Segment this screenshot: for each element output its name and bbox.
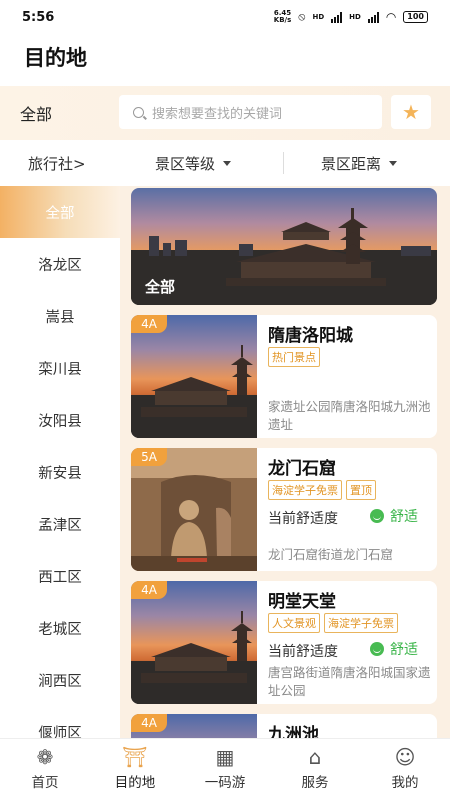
attraction-address: 家遗址公园隋唐洛阳城九洲池遗址: [268, 399, 431, 432]
sidebar-item-yanshi[interactable]: 偃师区: [0, 706, 120, 739]
hero-label: 全部: [145, 278, 176, 296]
attraction-address: 龙门石窟街道龙门石窟: [268, 547, 394, 562]
tab-qr-tour[interactable]: ▦ 一码游: [180, 739, 270, 800]
grade-badge: 4A: [131, 315, 167, 333]
signal-icon-2: [367, 11, 379, 23]
filter-distance-label: 景区距离: [321, 154, 382, 173]
favorite-button[interactable]: ★: [391, 95, 431, 129]
signal-icon: [331, 11, 343, 23]
search-strip: 全部 搜索想要查找的关键词 ★: [0, 86, 450, 140]
all-scope-label[interactable]: 全部: [0, 101, 118, 125]
tag: 置顶: [346, 480, 376, 500]
sidebar-item-ruyang[interactable]: 汝阳县: [0, 394, 120, 446]
caret-down-icon: [389, 160, 398, 166]
divider: [283, 152, 284, 174]
attraction-name: 隋唐洛阳城: [268, 326, 353, 346]
search-icon: [133, 106, 144, 118]
attraction-card[interactable]: 4A 隋唐洛阳城 热门景点 家遗址公园隋唐洛阳城九洲池遗址: [131, 315, 437, 438]
attraction-thumbnail: 4A: [131, 315, 257, 438]
search-input[interactable]: 搜索想要查找的关键词: [119, 95, 382, 129]
sidebar-item-all[interactable]: 全部: [0, 186, 120, 238]
attraction-card[interactable]: 4A 明堂天堂 人文景观 海淀学子免票 当前舒适度 舒适 唐宫路街道隋唐洛阳城国…: [131, 581, 437, 704]
sidebar-item-xinan[interactable]: 新安县: [0, 446, 120, 498]
filter-agency[interactable]: 旅行社>: [28, 153, 86, 174]
caret-down-icon: [223, 160, 232, 166]
bottom-tab-bar: ❁ 首页 ⛩ 目的地 ▦ 一码游 ⌂ 服务 ☺ 我的: [0, 738, 450, 800]
hero-banner[interactable]: 全部: [131, 188, 437, 305]
tag: 海淀学子免票: [324, 613, 398, 633]
tag: 海淀学子免票: [268, 480, 342, 500]
battery-icon: 100: [403, 11, 428, 23]
buddha-statue-image: [131, 448, 257, 571]
attraction-name: 九洲池: [268, 725, 319, 738]
profile-icon: ☺: [394, 745, 416, 769]
sidebar-item-luanchuan[interactable]: 栾川县: [0, 342, 120, 394]
tag-list: 海淀学子免票 置顶: [268, 480, 376, 500]
signal-label-2: HD: [349, 13, 361, 21]
sidebar-item-luolong[interactable]: 洛龙区: [0, 238, 120, 290]
destination-icon: ⛩: [122, 745, 148, 769]
grade-badge: 5A: [131, 448, 167, 466]
attraction-thumbnail: 4A: [131, 714, 257, 738]
service-icon: ⌂: [308, 745, 322, 769]
tab-destination[interactable]: ⛩ 目的地: [90, 739, 180, 800]
status-time: 5:56: [22, 9, 55, 25]
status-bar: 5:56 6.45 KB/s ⦸ HD HD ◠ 100: [0, 0, 450, 34]
tag: 热门景点: [268, 347, 320, 367]
vibrate-icon: ⦸: [298, 10, 306, 23]
attraction-thumbnail: 5A: [131, 448, 257, 571]
attraction-name: 明堂天堂: [268, 592, 336, 612]
signal-label-1: HD: [312, 13, 325, 21]
sidebar-item-songxian[interactable]: 嵩县: [0, 290, 120, 342]
pagoda-skyline-image: [131, 208, 437, 305]
smile-icon: [370, 509, 384, 523]
attraction-address: 唐宫路街道隋唐洛阳城国家遗址公园: [268, 665, 431, 698]
pagoda-image: [131, 611, 257, 704]
tag-list: 热门景点: [268, 347, 320, 367]
status-icons: 6.45 KB/s ⦸ HD HD ◠ 100: [274, 10, 428, 24]
attraction-name: 龙门石窟: [268, 459, 336, 479]
grade-badge: 4A: [131, 714, 167, 732]
attraction-card[interactable]: 5A 龙门石窟 海淀学子免票 置顶 当前舒适度 舒适 龙门石窟街道龙门石窟: [131, 448, 437, 571]
district-sidebar: 全部 洛龙区 嵩县 栾川县 汝阳县 新安县 孟津区 西工区 老城区 涧西区 偃师…: [0, 186, 120, 738]
attraction-card[interactable]: 4A 九洲池: [131, 714, 437, 738]
filter-level[interactable]: 景区等级: [155, 153, 232, 174]
sidebar-item-laocheng[interactable]: 老城区: [0, 602, 120, 654]
sidebar-item-mengjin[interactable]: 孟津区: [0, 498, 120, 550]
network-speed: 6.45 KB/s: [273, 9, 292, 24]
filter-row: 旅行社> 景区等级 景区距离: [0, 140, 450, 186]
sidebar-item-jianxi[interactable]: 涧西区: [0, 654, 120, 706]
wifi-icon: ◠: [385, 10, 397, 24]
qr-tour-icon: ▦: [215, 745, 235, 769]
tab-home[interactable]: ❁ 首页: [0, 739, 90, 800]
attraction-thumbnail: 4A: [131, 581, 257, 704]
comfort-status: 舒适: [370, 506, 418, 526]
search-placeholder: 搜索想要查找的关键词: [152, 106, 283, 122]
grade-badge: 4A: [131, 581, 167, 599]
sidebar-item-xigong[interactable]: 西工区: [0, 550, 120, 602]
smile-icon: [370, 642, 384, 656]
filter-level-label: 景区等级: [155, 154, 216, 173]
tag-list: 人文景观 海淀学子免票: [268, 613, 398, 633]
page-title: 目的地: [24, 46, 87, 70]
tab-profile[interactable]: ☺ 我的: [360, 739, 450, 800]
pagoda-image: [131, 345, 257, 438]
home-icon: ❁: [36, 745, 54, 769]
attraction-list: 全部 4A 隋唐洛阳城 热门景点 家遗址公园隋唐洛阳城九洲池遗址 5A 龙门石窟…: [120, 186, 450, 738]
star-icon: ★: [402, 100, 420, 124]
filter-distance[interactable]: 景区距离: [321, 153, 398, 174]
tag: 人文景观: [268, 613, 320, 633]
comfort-status: 舒适: [370, 639, 418, 659]
tab-service[interactable]: ⌂ 服务: [270, 739, 360, 800]
